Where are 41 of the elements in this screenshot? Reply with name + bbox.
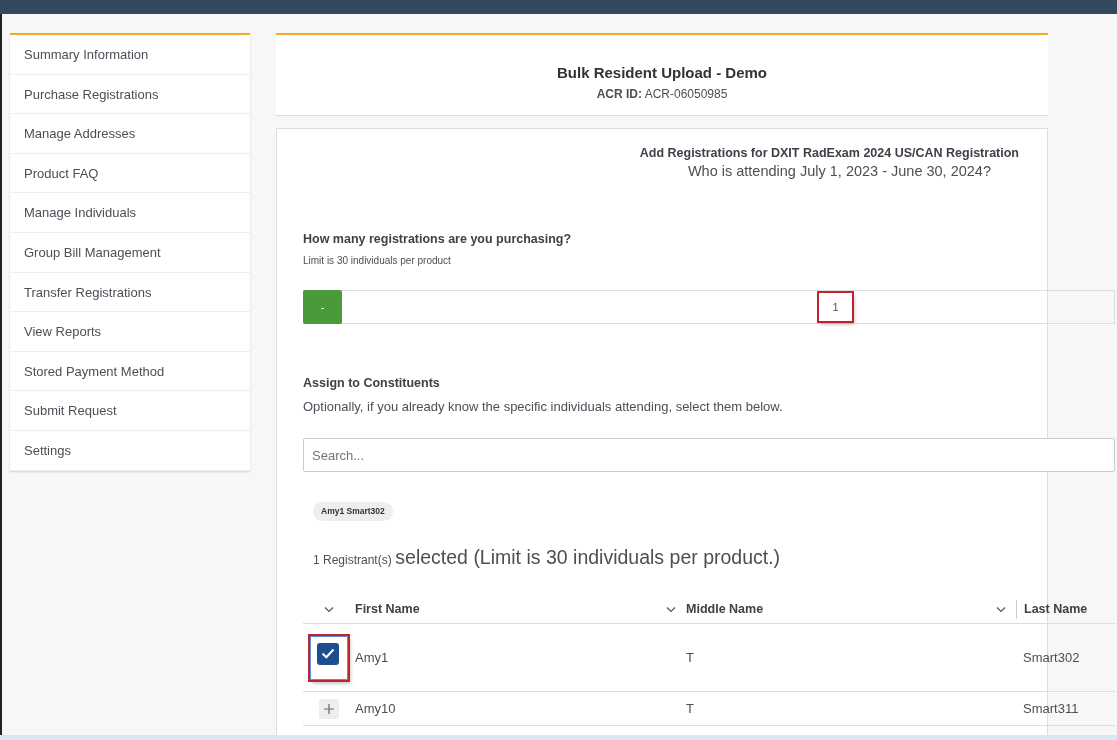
plus-icon	[323, 702, 335, 715]
sidebar-item[interactable]: Transfer Registrations	[10, 272, 250, 313]
search-field[interactable]: Search...	[303, 438, 1115, 473]
add-button[interactable]	[319, 698, 339, 719]
attendance-question: Who is attending July 1, 2023 - June 30, 2024?	[686, 162, 992, 181]
checkbox[interactable]	[317, 642, 339, 665]
caret-icon[interactable]	[996, 606, 1006, 614]
sidebar-item[interactable]: Manage Individuals	[10, 193, 250, 233]
selection-note: selected (Limit is 30 individuals per product.)	[395, 545, 781, 568]
product-title: Add Registrations for DXIT RadExam 2024 US/CAN Registration	[638, 145, 1020, 162]
table-cell: T	[686, 649, 694, 665]
quantity-label: How many registrations are you purchasing?	[303, 231, 573, 249]
table-cell: Amy10	[355, 700, 396, 716]
table-cell: Smart311	[1023, 700, 1079, 716]
decrement-button[interactable]: -	[303, 289, 342, 324]
sidebar-item[interactable]: Settings	[10, 430, 250, 471]
sidebar-item[interactable]: Group Bill Management	[10, 232, 250, 273]
sidebar-item[interactable]: Manage Addresses	[10, 114, 250, 154]
sidebar-item[interactable]: Product FAQ	[10, 153, 250, 194]
selected-chip[interactable]: Amy1 Smart302	[313, 502, 393, 521]
caret-icon[interactable]	[324, 606, 334, 614]
sidebar-item[interactable]: Stored Payment Method	[10, 351, 250, 392]
sidebar-item[interactable]: View Reports	[10, 312, 250, 352]
column-header[interactable]: Middle Name	[686, 600, 764, 619]
check-icon	[321, 648, 335, 660]
assign-description: Optionally, if you already know the specific individuals attending, select them below.	[303, 397, 784, 416]
quantity-hint: Limit is 30 individuals per product	[303, 253, 452, 268]
acr-id: ACR ID: ACR-06050985	[595, 85, 729, 103]
quantity-value[interactable]: 1	[819, 292, 852, 322]
table-cell: T	[686, 700, 694, 716]
table-cell: Amy1	[355, 649, 389, 665]
caret-icon[interactable]	[666, 606, 676, 614]
table-cell: Smart302	[1023, 649, 1080, 665]
sidebar-item[interactable]: Submit Request	[10, 391, 250, 431]
registrant-count: 1 Registrant(s)	[313, 552, 392, 567]
column-header[interactable]: First Name	[355, 600, 420, 619]
page-title: Bulk Resident Upload - Demo	[556, 63, 768, 83]
sidebar-item[interactable]: Summary Information	[10, 35, 250, 75]
sidebar-item[interactable]: Purchase Registrations	[10, 74, 250, 115]
column-header[interactable]: Last Name	[1024, 602, 1088, 617]
assign-label: Assign to Constituents	[303, 374, 441, 392]
